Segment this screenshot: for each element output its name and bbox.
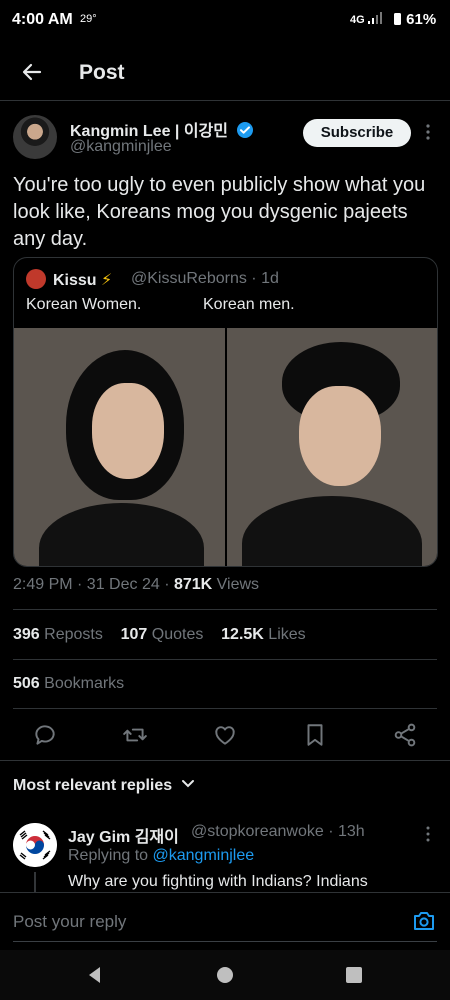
- status-bar: 4:00 AM 29° 4G 61%: [0, 0, 450, 40]
- reply-more-icon[interactable]: [420, 824, 436, 844]
- nav-home-icon[interactable]: [214, 964, 236, 986]
- likes-stat[interactable]: 12.5K Likes: [221, 626, 306, 643]
- action-bar: [0, 722, 450, 750]
- likes-count: 12.5K: [221, 626, 264, 643]
- quotes-stat[interactable]: 107 Quotes: [121, 626, 204, 643]
- bookmarks-count: 506: [13, 675, 40, 692]
- flag-icon: [13, 823, 57, 867]
- divider: [13, 708, 437, 709]
- thread-line: [34, 872, 36, 892]
- quote-photo-man[interactable]: [227, 328, 437, 566]
- divider: [0, 760, 450, 761]
- battery-level: 61%: [406, 11, 437, 28]
- subscribe-button[interactable]: Subscribe: [303, 119, 411, 147]
- reply-icon[interactable]: [32, 722, 58, 748]
- reply-author-avatar[interactable]: [13, 823, 57, 867]
- quote-display-name: Kissu: [53, 272, 97, 289]
- battery-indicator: 61%: [393, 11, 436, 28]
- repost-icon[interactable]: [122, 722, 148, 748]
- reposts-count: 396: [13, 626, 40, 643]
- page-title: Post: [79, 61, 125, 84]
- lightning-icon: ⚡: [101, 272, 113, 289]
- reply-author-name[interactable]: Jay Gim 김재이: [68, 823, 179, 847]
- status-temperature: 29°: [80, 13, 97, 25]
- reply-composer: Post your reply: [0, 892, 450, 951]
- author-avatar[interactable]: [13, 115, 57, 159]
- signal-icon: [367, 12, 382, 24]
- post-time: 2:49 PM · 31 Dec 24 ·: [13, 576, 174, 593]
- reposts-label: Reposts: [39, 626, 103, 643]
- replying-handle-link[interactable]: @kangminjlee: [153, 847, 255, 864]
- quote-text-left: Korean Women.: [26, 296, 142, 313]
- engagement-stats: 396 Reposts 107 Quotes 12.5K Likes: [13, 626, 306, 644]
- bookmark-icon[interactable]: [302, 722, 328, 748]
- quote-text-right: Korean men.: [203, 296, 295, 313]
- nav-recents-icon[interactable]: [343, 964, 365, 986]
- post-header: Post: [0, 48, 450, 101]
- replying-prefix: Replying to: [68, 847, 153, 864]
- author-handle[interactable]: @kangminjlee: [70, 138, 172, 156]
- system-nav-bar: [0, 950, 450, 1000]
- bookmarks-stat[interactable]: 506 Bookmarks: [13, 675, 124, 693]
- network-type: 4G: [350, 14, 365, 26]
- replying-to: Replying to @kangminjlee: [68, 847, 254, 865]
- replies-sort-label: Most relevant replies: [13, 777, 173, 794]
- reply-input[interactable]: Post your reply: [13, 912, 126, 932]
- quote-photo-woman[interactable]: [14, 328, 225, 566]
- post-timestamp: 2:49 PM · 31 Dec 24 · 871K Views: [13, 576, 259, 594]
- battery-icon: [394, 13, 401, 25]
- divider: [13, 659, 437, 660]
- bookmarks-label: Bookmarks: [39, 675, 125, 692]
- divider: [13, 609, 437, 610]
- like-icon[interactable]: [212, 722, 238, 748]
- reply-text: Why are you fighting with Indians? India…: [68, 873, 368, 890]
- reply-meta: @stopkoreanwoke · 13h: [191, 823, 365, 840]
- verified-badge-icon: [237, 122, 254, 138]
- nav-back-icon[interactable]: [84, 964, 106, 986]
- status-time: 4:00 AM: [12, 11, 73, 28]
- share-icon[interactable]: [392, 722, 418, 748]
- composer-underline: [13, 941, 437, 942]
- camera-icon[interactable]: [412, 910, 436, 932]
- views-count: 871K: [173, 576, 213, 593]
- views-label: Views: [212, 576, 260, 593]
- reposts-stat[interactable]: 396 Reposts: [13, 626, 103, 643]
- quotes-count: 107: [120, 626, 148, 643]
- back-arrow-icon[interactable]: [18, 58, 46, 86]
- quote-author-avatar: [26, 269, 46, 289]
- quotes-label: Quotes: [147, 626, 204, 643]
- network-indicator: 4G: [350, 12, 382, 26]
- likes-label: Likes: [263, 626, 306, 643]
- more-icon[interactable]: [420, 120, 436, 144]
- quote-author-name: Kissu ⚡: [53, 270, 112, 290]
- quoted-post[interactable]: Kissu ⚡ @KissuReborns · 1d Korean Women.…: [13, 257, 438, 567]
- tweet-text: You're too ugly to even publicly show wh…: [13, 174, 426, 250]
- replies-sort-dropdown[interactable]: Most relevant replies: [13, 777, 195, 795]
- chevron-down-icon: [181, 780, 194, 788]
- quote-meta: @KissuReborns · 1d: [131, 270, 279, 287]
